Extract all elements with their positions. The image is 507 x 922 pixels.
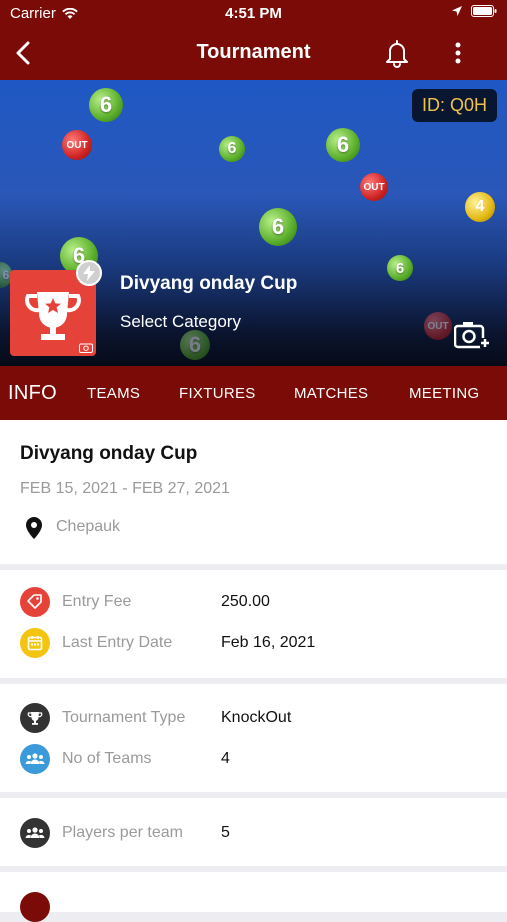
decorative-six-ball: 6 — [387, 255, 413, 281]
entry-fee-label: Entry Fee — [62, 593, 132, 610]
camera-plus-icon[interactable] — [454, 320, 490, 350]
entry-details-card: Entry Fee 250.00 Last Entry Date Feb 16,… — [0, 570, 507, 678]
camera-small-icon — [79, 343, 93, 353]
tournament-format-card: Tournament Type KnockOut No of Teams 4 — [0, 684, 507, 792]
location-pin-icon — [26, 517, 42, 539]
tab-matches[interactable]: MATCHES — [294, 385, 368, 402]
partial-row-icon — [20, 892, 50, 922]
tournament-id-badge: ID: Q0H — [411, 89, 497, 122]
tournament-type-value: KnockOut — [221, 709, 292, 726]
decorative-out-ball: OUT — [62, 130, 92, 160]
tournament-info-card: Divyang onday Cup FEB 15, 2021 - FEB 27,… — [0, 420, 507, 564]
page-title: Tournament — [196, 41, 311, 63]
decorative-six-ball: 6 — [89, 88, 123, 122]
status-right — [451, 5, 497, 17]
no-of-teams-value: 4 — [221, 750, 230, 767]
tab-bar: INFO TEAMS FIXTURES MATCHES MEETING — [0, 366, 507, 420]
select-category-link[interactable]: Select Category — [120, 312, 241, 332]
players-group-icon — [20, 818, 50, 848]
no-of-teams-label: No of Teams — [62, 750, 152, 767]
last-entry-date-label: Last Entry Date — [62, 634, 173, 651]
navigation-bar: Tournament — [0, 28, 507, 80]
tournament-location: Chepauk — [56, 518, 121, 535]
calendar-icon — [20, 628, 50, 658]
more-options-icon[interactable] — [446, 38, 470, 68]
decorative-out-ball: OUT — [360, 173, 388, 201]
location-arrow-icon — [452, 6, 462, 16]
tab-meeting[interactable]: MEETING — [409, 385, 479, 402]
players-per-team-label: Players per team — [62, 824, 183, 841]
decorative-out-ball: OUT — [424, 312, 452, 340]
decorative-six-ball: 6 — [219, 136, 245, 162]
tab-info[interactable]: INFO — [8, 382, 57, 405]
trophy-small-icon — [20, 703, 50, 733]
tournament-type-label: Tournament Type — [62, 709, 186, 726]
tab-teams[interactable]: TEAMS — [87, 385, 140, 402]
tab-fixtures[interactable]: FIXTURES — [179, 385, 256, 402]
entry-fee-value: 250.00 — [221, 593, 270, 610]
decorative-six-ball: 6 — [180, 330, 210, 360]
decorative-six-ball: 6 — [259, 208, 297, 246]
decorative-four-ball: 4 — [465, 192, 495, 222]
tournament-name: Divyang onday Cup — [20, 443, 198, 464]
notification-bell-icon[interactable] — [382, 38, 412, 68]
players-per-team-value: 5 — [221, 824, 230, 841]
last-entry-date-value: Feb 16, 2021 — [221, 634, 316, 651]
banner-tournament-name: Divyang onday Cup — [120, 273, 298, 294]
status-bar: Carrier 4:51 PM — [0, 0, 507, 28]
players-card: Players per team 5 — [0, 798, 507, 866]
tournament-dates: FEB 15, 2021 - FEB 27, 2021 — [20, 480, 230, 497]
battery-icon — [471, 5, 497, 17]
clock: 4:51 PM — [225, 5, 282, 22]
teams-group-icon — [20, 744, 50, 774]
tournament-banner: 6 OUT 6 6 OUT 4 6 6 6 6 OUT 6 ID: Q0H Di… — [0, 80, 507, 366]
lightning-bolt-icon — [76, 260, 102, 286]
next-details-card — [0, 872, 507, 922]
price-tag-icon — [20, 587, 50, 617]
decorative-six-ball: 6 — [326, 128, 360, 162]
